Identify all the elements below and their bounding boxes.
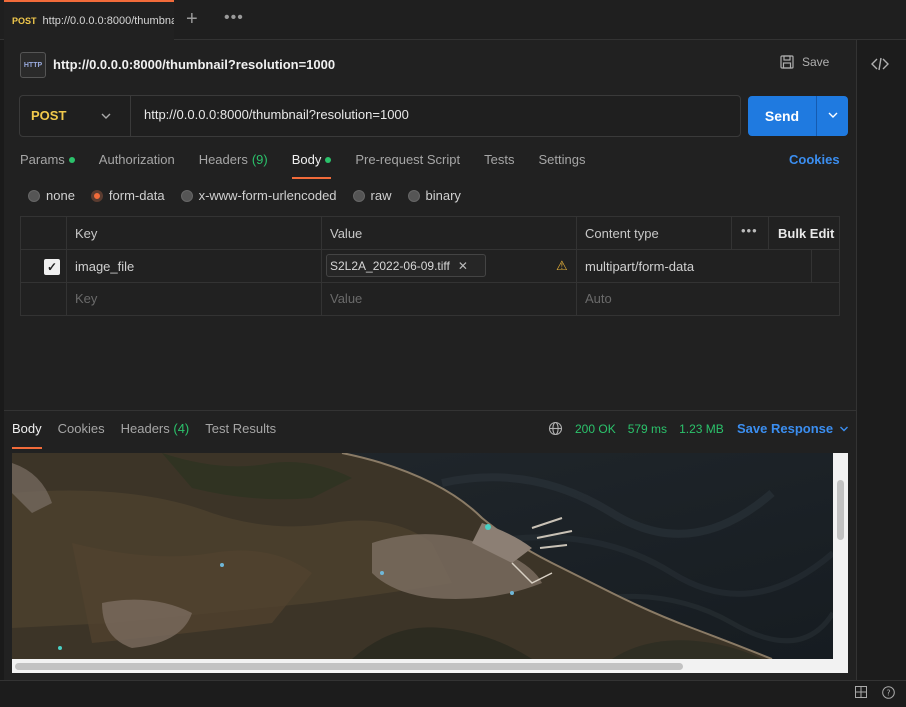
tab-settings[interactable]: Settings bbox=[538, 152, 585, 179]
radio-none[interactable]: none bbox=[28, 188, 75, 203]
chevron-down-icon[interactable] bbox=[100, 110, 112, 125]
send-button[interactable]: Send bbox=[748, 96, 848, 136]
radio-raw[interactable]: raw bbox=[352, 188, 392, 203]
response-size[interactable]: 1.23 MB bbox=[679, 422, 724, 436]
tab-body[interactable]: Body bbox=[291, 152, 332, 179]
radio-selected-icon bbox=[90, 189, 103, 202]
body-type-radios: none form-data x-www-form-urlencoded raw… bbox=[28, 188, 461, 203]
status-dot bbox=[68, 156, 75, 163]
svg-text:?: ? bbox=[886, 689, 890, 698]
response-time[interactable]: 579 ms bbox=[628, 422, 667, 436]
tab-pre-request-script[interactable]: Pre-request Script bbox=[355, 152, 460, 179]
status-code[interactable]: 200 OK bbox=[575, 422, 616, 436]
content-type-placeholder[interactable]: Auto bbox=[585, 291, 612, 306]
send-label: Send bbox=[764, 108, 800, 124]
method-select[interactable]: POST bbox=[31, 108, 66, 123]
tab-method: POST bbox=[12, 16, 37, 26]
tab-authorization[interactable]: Authorization bbox=[99, 152, 175, 179]
request-title[interactable]: http://0.0.0.0:8000/thumbnail?resolution… bbox=[53, 57, 335, 72]
response-tab-headers[interactable]: Headers (4) bbox=[121, 421, 190, 449]
pane-divider[interactable] bbox=[4, 410, 856, 411]
response-meta: 200 OK 579 ms 1.23 MB bbox=[548, 421, 724, 436]
radio-icon bbox=[28, 189, 40, 202]
radio-icon bbox=[180, 189, 193, 202]
file-name: S2L2A_2022-06-09.tiff bbox=[330, 258, 450, 273]
warning-icon[interactable]: ⚠ bbox=[556, 258, 568, 274]
radio-urlencoded[interactable]: x-www-form-urlencoded bbox=[180, 188, 337, 203]
tab-params[interactable]: Params bbox=[20, 152, 75, 179]
save-button[interactable]: Save bbox=[780, 55, 829, 69]
radio-form-data[interactable]: form-data bbox=[90, 188, 165, 203]
key-placeholder[interactable]: Key bbox=[75, 291, 97, 306]
chevron-down-icon[interactable] bbox=[817, 109, 848, 124]
bulk-edit-button[interactable]: Bulk Edit bbox=[778, 226, 834, 241]
headers-count: (9) bbox=[251, 152, 268, 167]
row-key[interactable]: image_file bbox=[75, 259, 134, 274]
http-icon: HTTP bbox=[20, 52, 46, 78]
globe-icon[interactable] bbox=[548, 421, 563, 436]
column-header-value: Value bbox=[330, 226, 363, 241]
tab-url: http://0.0.0.0:8000/thumbnail?resolution… bbox=[42, 15, 174, 27]
response-tab-test-results[interactable]: Test Results bbox=[205, 421, 276, 449]
status-bar bbox=[0, 680, 906, 707]
url-input[interactable] bbox=[144, 107, 724, 122]
divider bbox=[130, 96, 131, 136]
row-content-type[interactable]: multipart/form-data bbox=[585, 259, 694, 274]
help-icon[interactable]: ? bbox=[882, 686, 895, 702]
request-tabs: Params Authorization Headers (9) Body Pre… bbox=[20, 152, 585, 179]
right-sidebar bbox=[856, 40, 906, 680]
status-dot bbox=[325, 156, 332, 163]
save-icon bbox=[780, 55, 794, 69]
horizontal-scrollbar[interactable] bbox=[15, 663, 683, 670]
form-data-table: Key Value Content type ••• Bulk Edit ✓ i… bbox=[20, 216, 840, 316]
response-image-viewer bbox=[12, 453, 848, 673]
value-placeholder[interactable]: Value bbox=[330, 291, 362, 306]
tab-headers[interactable]: Headers (9) bbox=[199, 152, 268, 179]
column-header-key: Key bbox=[75, 226, 98, 241]
response-headers-count: (4) bbox=[173, 421, 190, 436]
save-label: Save bbox=[802, 55, 830, 69]
response-tab-body[interactable]: Body bbox=[12, 421, 42, 449]
chevron-down-icon bbox=[840, 426, 849, 431]
vertical-scrollbar[interactable] bbox=[837, 480, 844, 540]
save-response-button[interactable]: Save Response bbox=[737, 421, 849, 436]
file-chip[interactable]: S2L2A_2022-06-09.tiff ✕ bbox=[326, 254, 486, 277]
radio-icon bbox=[352, 189, 365, 202]
radio-icon bbox=[407, 189, 420, 202]
table-header-row: Key Value Content type ••• Bulk Edit bbox=[21, 217, 839, 250]
close-icon[interactable]: ✕ bbox=[458, 259, 468, 273]
column-header-content-type: Content type bbox=[585, 226, 659, 241]
cookies-link[interactable]: Cookies bbox=[789, 152, 840, 167]
satellite-image bbox=[12, 453, 833, 659]
tab-tests[interactable]: Tests bbox=[484, 152, 514, 179]
layout-icon[interactable] bbox=[855, 686, 867, 701]
response-tab-cookies[interactable]: Cookies bbox=[58, 421, 105, 449]
new-tab-icon[interactable]: + bbox=[186, 9, 198, 29]
row-checkbox[interactable]: ✓ bbox=[44, 259, 60, 275]
request-tab[interactable]: POST http://0.0.0.0:8000/thumbnail?resol… bbox=[4, 0, 174, 40]
radio-binary[interactable]: binary bbox=[407, 188, 461, 203]
table-row-empty: Key Value Auto bbox=[21, 283, 839, 316]
more-tabs-icon[interactable]: ••• bbox=[224, 9, 244, 27]
table-row: ✓ image_file S2L2A_2022-06-09.tiff ✕ ⚠ m… bbox=[21, 250, 839, 283]
code-icon[interactable] bbox=[870, 54, 890, 74]
response-tabs: Body Cookies Headers (4) Test Results bbox=[12, 421, 276, 449]
more-options-icon[interactable]: ••• bbox=[741, 223, 758, 238]
